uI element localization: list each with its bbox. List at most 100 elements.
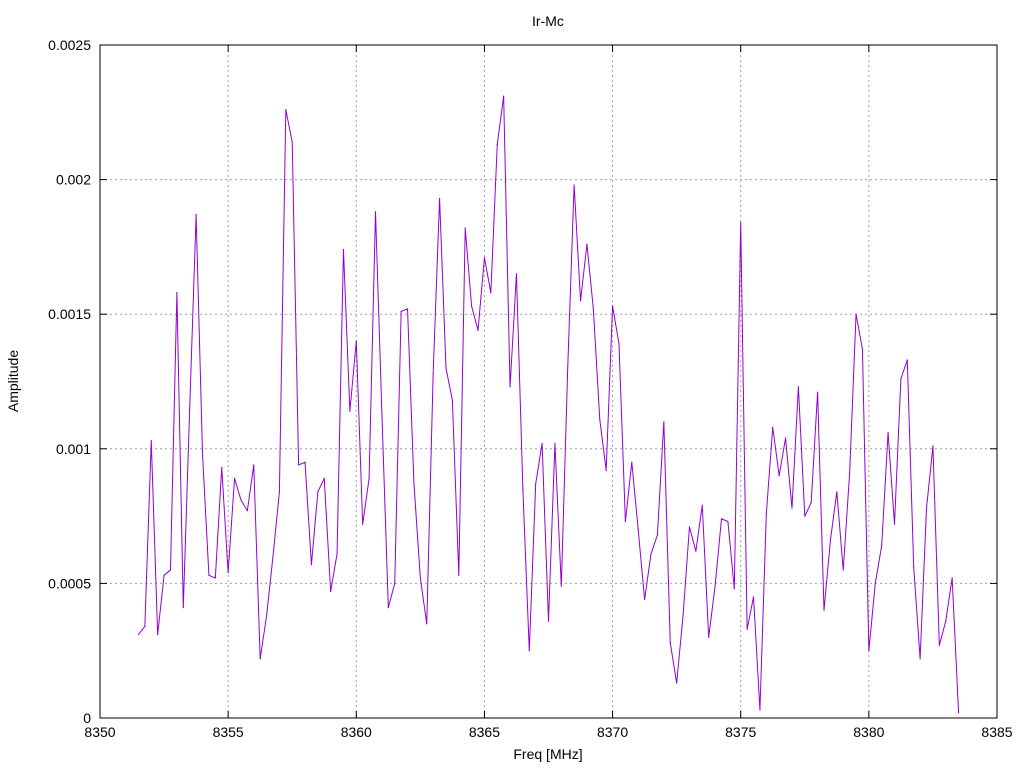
data-point [861, 348, 864, 350]
data-point [317, 491, 319, 493]
data-point [330, 590, 332, 593]
data-point [438, 197, 441, 200]
x-tick-label: 8385 [981, 724, 1012, 740]
data-point [374, 211, 377, 213]
data-point [496, 144, 498, 146]
data-point [823, 609, 825, 611]
data-point [618, 343, 620, 345]
y-tick-label: 0.0005 [48, 575, 91, 591]
data-point [464, 227, 466, 229]
data-point [471, 305, 473, 307]
data-point [778, 475, 780, 477]
data-point [368, 477, 370, 480]
y-axis-label: Amplitude [5, 350, 21, 412]
data-point [342, 248, 345, 251]
data-point [528, 650, 530, 652]
data-point [733, 588, 735, 590]
data-point [323, 477, 325, 480]
data-point [400, 310, 402, 313]
data-point [631, 461, 633, 463]
data-point [214, 577, 216, 579]
chart-title: Ir-Mc [532, 13, 564, 29]
data-point [547, 620, 550, 622]
data-point [522, 488, 524, 490]
data-point [535, 483, 537, 485]
data-point [855, 313, 857, 315]
data-point [938, 644, 940, 646]
data-point [874, 582, 876, 585]
data-point [740, 222, 742, 224]
data-point [240, 499, 242, 501]
data-point [906, 359, 908, 361]
data-point [676, 682, 678, 684]
data-point [451, 399, 453, 401]
data-point [925, 507, 928, 509]
data-point [669, 642, 671, 644]
data-point [362, 523, 364, 525]
data-point [804, 515, 806, 517]
data-point [720, 518, 723, 520]
data-point [278, 491, 280, 493]
x-tick-label: 8380 [853, 724, 884, 740]
data-point [624, 520, 626, 523]
data-point [310, 563, 313, 566]
data-point [541, 442, 543, 445]
data-point [663, 421, 665, 423]
y-tick-label: 0.001 [56, 441, 91, 457]
data-point [227, 572, 229, 574]
data-point [611, 305, 614, 307]
data-point [336, 553, 338, 555]
data-point [503, 95, 505, 97]
data-point [406, 308, 409, 310]
data-point [592, 308, 594, 310]
data-point [765, 512, 767, 515]
data-point [727, 520, 729, 523]
data-point [599, 418, 601, 420]
data-point [791, 507, 793, 509]
data-point [150, 440, 152, 442]
data-point [515, 273, 518, 275]
data-point [221, 467, 223, 469]
y-tick-label: 0.002 [56, 172, 91, 188]
series-line [138, 95, 960, 713]
data-point [836, 491, 838, 493]
data-point [772, 426, 774, 428]
data-point [650, 553, 652, 555]
x-tick-label: 8350 [84, 724, 115, 740]
data-point [957, 712, 960, 714]
data-point [157, 633, 159, 636]
data-point [579, 300, 582, 302]
data-point [752, 596, 755, 598]
data-point [759, 709, 761, 711]
data-point [137, 633, 140, 636]
data-point [919, 658, 921, 660]
data-point [394, 582, 396, 585]
data-point [477, 329, 479, 331]
data-point [784, 437, 787, 439]
data-point [304, 461, 306, 463]
data-point [797, 386, 799, 388]
y-tick-label: 0.0015 [48, 306, 91, 322]
data-point [182, 607, 184, 609]
x-tick-label: 8370 [597, 724, 628, 740]
data-point [387, 607, 389, 609]
data-point [586, 243, 588, 245]
data-point [195, 214, 197, 216]
data-point [490, 292, 492, 294]
data-point [458, 574, 460, 576]
data-point [900, 378, 902, 380]
data-point [298, 464, 300, 466]
data-point [189, 407, 191, 410]
data-point [817, 391, 819, 393]
data-point [169, 569, 172, 571]
data-point [951, 577, 953, 579]
data-point [349, 410, 351, 412]
x-tick-label: 8355 [213, 724, 244, 740]
data-point [893, 523, 896, 525]
data-point [567, 367, 569, 369]
data-point [887, 432, 889, 434]
data-point [868, 650, 870, 652]
data-point [259, 658, 261, 660]
data-point [810, 502, 812, 504]
data-point [285, 109, 287, 111]
